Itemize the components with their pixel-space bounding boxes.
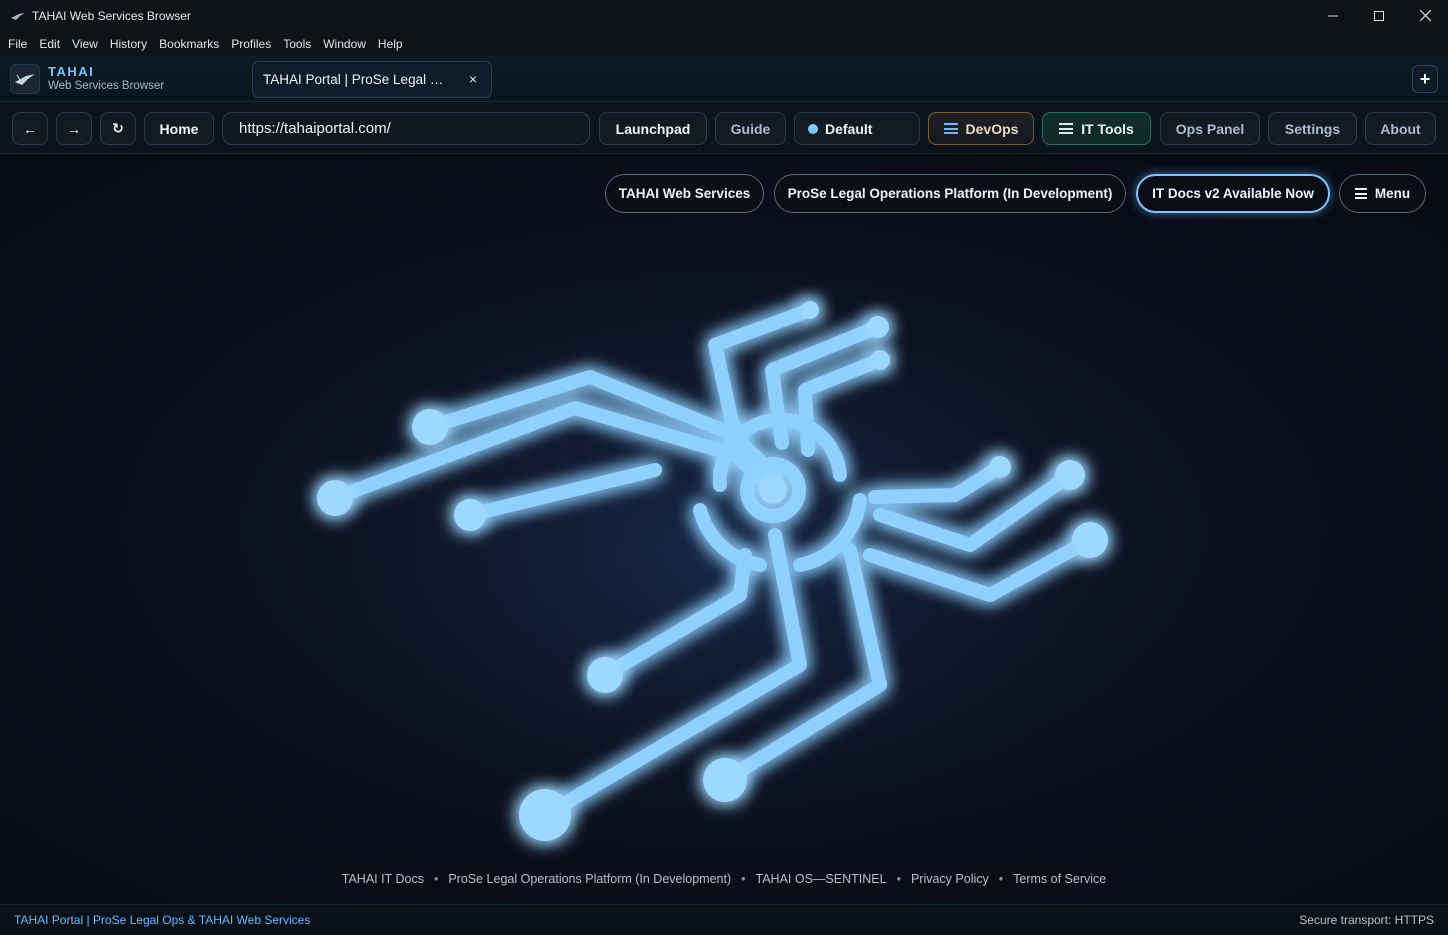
status-security: Secure transport: HTTPS <box>1299 913 1434 927</box>
tab-strip: TAHAI Web Services Browser TAHAI Portal … <box>0 56 1448 102</box>
hamburger-icon <box>1059 121 1074 137</box>
profile-status-dot <box>808 123 818 134</box>
circuit-x-logo <box>250 225 1190 885</box>
it-tools-button[interactable]: IT Tools <box>1042 112 1151 145</box>
pill-web-services[interactable]: TAHAI Web Services <box>605 174 764 213</box>
tab-title: TAHAI Portal | ProSe Legal Operations Pl… <box>263 72 453 87</box>
pill-prose-platform[interactable]: ProSe Legal Operations Platform (In Deve… <box>774 174 1126 213</box>
menu-bookmarks[interactable]: Bookmarks <box>159 37 219 51</box>
menu-history[interactable]: History <box>110 37 147 51</box>
launchpad-button[interactable]: Launchpad <box>599 112 707 145</box>
brand: TAHAI Web Services Browser <box>10 64 164 94</box>
brand-logo-icon <box>10 64 40 94</box>
tab-close-icon[interactable]: × <box>469 71 477 87</box>
maximize-icon <box>1374 10 1384 21</box>
it-tools-label: IT Tools <box>1081 120 1134 137</box>
hamburger-icon <box>1354 186 1367 202</box>
home-button[interactable]: Home <box>144 112 214 145</box>
menu-file[interactable]: File <box>8 37 27 51</box>
tab-active[interactable]: TAHAI Portal | ProSe Legal Operations Pl… <box>252 61 492 98</box>
menu-label: Menu <box>1374 186 1411 201</box>
close-window-button[interactable] <box>1402 0 1448 31</box>
menu-help[interactable]: Help <box>378 37 403 51</box>
footer-link-terms[interactable]: Terms of Service <box>1013 872 1106 886</box>
profile-label: Default <box>825 120 873 137</box>
brand-name: TAHAI <box>48 64 95 79</box>
devops-label: DevOps <box>965 120 1019 137</box>
status-bar: TAHAI Portal | ProSe Legal Ops & TAHAI W… <box>0 904 1448 935</box>
footer-link-prose[interactable]: ProSe Legal Operations Platform (In Deve… <box>448 872 731 886</box>
footer-separator: • <box>998 872 1004 886</box>
about-button[interactable]: About <box>1365 112 1436 145</box>
footer-separator: • <box>896 872 901 886</box>
status-page-title: TAHAI Portal | ProSe Legal Ops & TAHAI W… <box>14 913 311 927</box>
menu-window[interactable]: Window <box>323 37 366 51</box>
page-content: TAHAI Web Services ProSe Legal Operation… <box>0 155 1448 904</box>
close-icon <box>1419 10 1431 21</box>
nav-toolbar: ← → ↻ Home https://tahaiportal.com/ Laun… <box>0 102 1448 154</box>
footer-links: TAHAI IT Docs • ProSe Legal Operations Pla… <box>0 872 1448 886</box>
app-bird-icon <box>11 12 25 20</box>
url-text: https://tahaiportal.com/ <box>239 120 391 137</box>
footer-link-privacy[interactable]: Privacy Policy <box>911 872 989 886</box>
pill-it-docs[interactable]: IT Docs v2 Available Now <box>1136 174 1330 213</box>
footer-separator: • <box>433 872 439 886</box>
devops-button[interactable]: DevOps <box>928 112 1034 145</box>
guide-button[interactable]: Guide <box>715 112 786 145</box>
forward-button[interactable]: → <box>56 112 92 145</box>
minimize-icon <box>1328 15 1338 16</box>
browser-window: TAHAI Web Services Browser File Edit Vie… <box>0 0 1448 935</box>
back-button[interactable]: ← <box>12 112 48 145</box>
ops-panel-button[interactable]: Ops Panel <box>1160 112 1260 145</box>
menu-button[interactable]: Menu <box>1339 174 1426 213</box>
window-title: TAHAI Web Services Browser <box>32 8 191 23</box>
title-bar: TAHAI Web Services Browser <box>0 0 1448 31</box>
address-bar[interactable]: https://tahaiportal.com/ <box>222 112 590 145</box>
back-arrow-icon: ← <box>23 120 37 137</box>
forward-arrow-icon: → <box>67 120 81 137</box>
menu-profiles[interactable]: Profiles <box>231 37 271 51</box>
settings-button[interactable]: Settings <box>1268 112 1357 145</box>
profile-selector[interactable]: Default <box>794 112 920 145</box>
footer-link-it-docs[interactable]: TAHAI IT Docs <box>342 872 424 886</box>
minimize-button[interactable] <box>1310 0 1356 31</box>
footer-separator: • <box>741 872 746 886</box>
menu-view[interactable]: View <box>72 37 98 51</box>
hamburger-icon <box>943 121 958 137</box>
brand-subtitle: Web Services Browser <box>48 80 165 92</box>
reload-icon: ↻ <box>112 120 124 136</box>
menu-tools[interactable]: Tools <box>283 37 311 51</box>
menu-bar: File Edit View History Bookmarks Profile… <box>0 31 1448 56</box>
maximize-button[interactable] <box>1356 0 1402 31</box>
new-tab-button[interactable]: + <box>1412 65 1438 93</box>
footer-link-sentinel[interactable]: TAHAI OS—SENTINEL <box>756 872 887 886</box>
reload-button[interactable]: ↻ <box>100 112 136 145</box>
menu-edit[interactable]: Edit <box>39 37 60 51</box>
